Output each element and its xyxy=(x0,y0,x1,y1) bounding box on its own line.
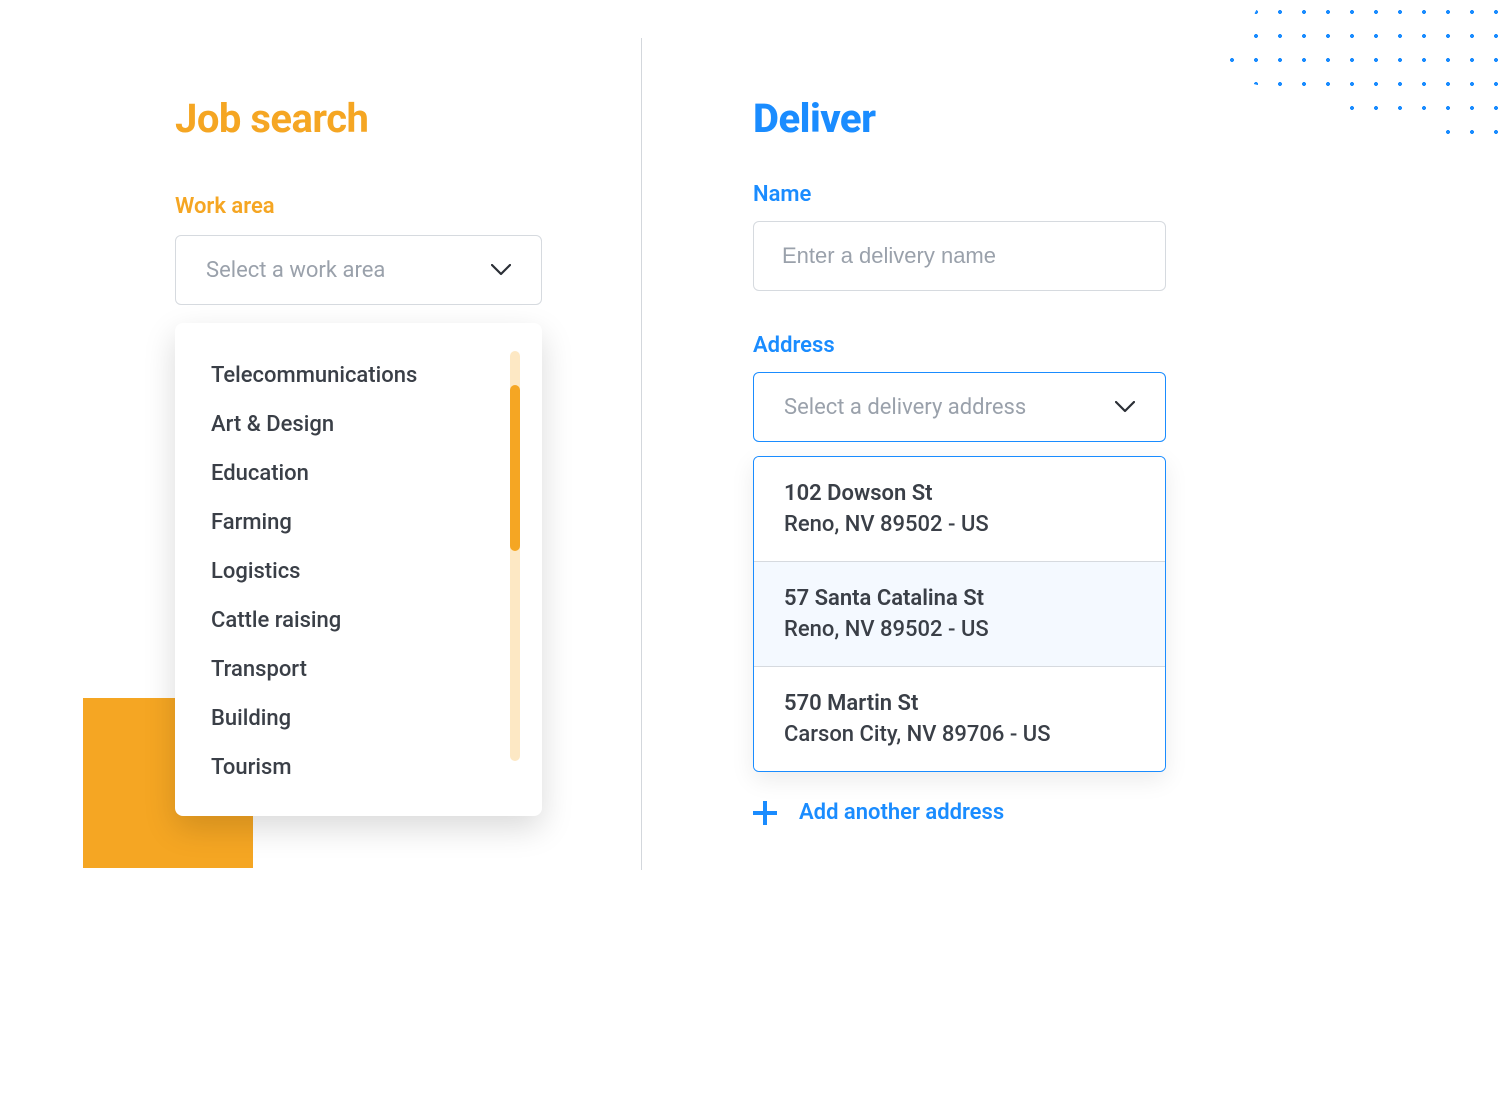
work-area-option[interactable]: Logistics xyxy=(211,547,506,596)
address-dropdown: 102 Dowson StReno, NV 89502 - US57 Santa… xyxy=(753,456,1166,772)
work-area-option[interactable]: Farming xyxy=(211,498,506,547)
address-line1: 570 Martin St xyxy=(784,691,1135,716)
work-area-option[interactable]: Building xyxy=(211,694,506,743)
deliver-title: Deliver xyxy=(753,95,1340,142)
work-area-option[interactable]: Transport xyxy=(211,645,506,694)
address-line1: 57 Santa Catalina St xyxy=(784,586,1135,611)
work-area-placeholder: Select a work area xyxy=(206,258,385,283)
address-line2: Carson City, NV 89706 - US xyxy=(784,722,1135,747)
delivery-name-input[interactable] xyxy=(753,221,1166,291)
dropdown-scrollbar-thumb[interactable] xyxy=(510,385,520,551)
chevron-down-icon xyxy=(1115,401,1135,413)
address-line1: 102 Dowson St xyxy=(784,481,1135,506)
job-search-title: Job search xyxy=(175,95,640,142)
delivery-address-select[interactable]: Select a delivery address xyxy=(753,372,1166,442)
work-area-select[interactable]: Select a work area xyxy=(175,235,542,305)
work-area-option[interactable]: Cattle raising xyxy=(211,596,506,645)
address-line2: Reno, NV 89502 - US xyxy=(784,617,1135,642)
name-label: Name xyxy=(753,182,1340,207)
work-area-dropdown: TelecommunicationsArt & DesignEducationF… xyxy=(175,323,542,816)
work-area-label: Work area xyxy=(175,194,640,219)
deliver-panel: Deliver Name Address Select a delivery a… xyxy=(640,95,1340,825)
chevron-down-icon xyxy=(491,264,511,276)
job-search-panel: Job search Work area Select a work area … xyxy=(0,95,640,825)
plus-icon xyxy=(753,801,777,825)
work-area-option[interactable]: Telecommunications xyxy=(211,351,506,400)
address-option[interactable]: 57 Santa Catalina St Reno, NV 89502 - US xyxy=(754,562,1165,667)
work-area-option[interactable]: Education xyxy=(211,449,506,498)
delivery-address-placeholder: Select a delivery address xyxy=(784,395,1026,420)
address-option[interactable]: 570 Martin St Carson City, NV 89706 - US xyxy=(754,667,1165,771)
work-area-option[interactable]: Tourism xyxy=(211,743,506,792)
dropdown-scrollbar-track[interactable] xyxy=(510,351,520,761)
add-another-address-button[interactable]: Add another address xyxy=(753,800,1340,825)
work-area-option[interactable]: Art & Design xyxy=(211,400,506,449)
address-option[interactable]: 102 Dowson St Reno, NV 89502 - US xyxy=(754,457,1165,562)
address-line2: Reno, NV 89502 - US xyxy=(784,512,1135,537)
address-label: Address xyxy=(753,333,1340,358)
add-another-address-label: Add another address xyxy=(799,800,1004,825)
